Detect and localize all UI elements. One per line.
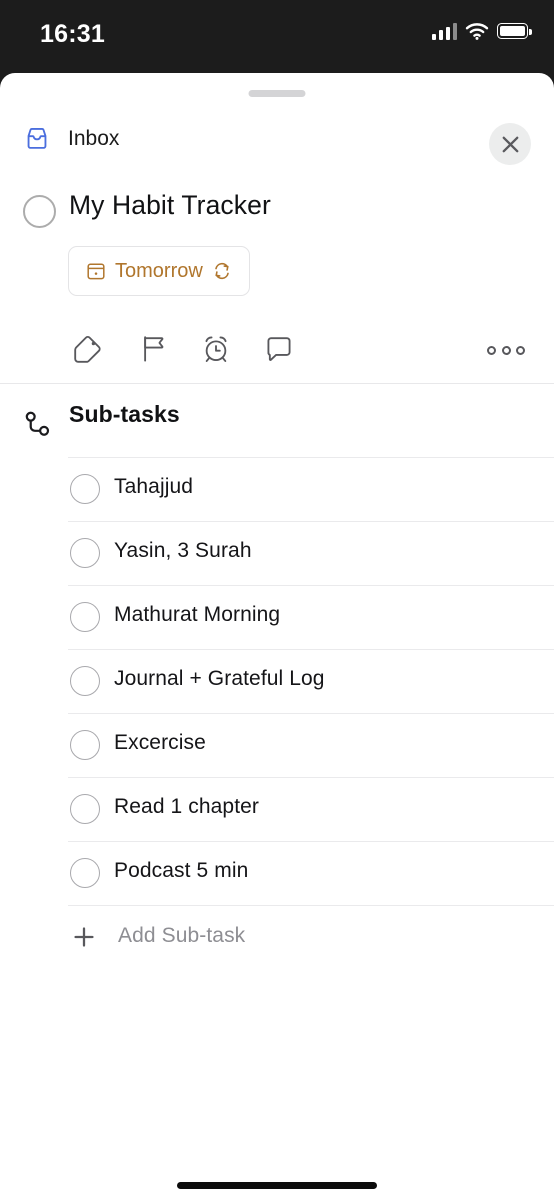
label-tag-button[interactable] bbox=[65, 326, 111, 372]
inbox-icon bbox=[27, 128, 47, 149]
status-bar: 16:31 bbox=[0, 0, 554, 73]
subtask-checkbox[interactable] bbox=[70, 794, 100, 824]
subtask-label: Journal + Grateful Log bbox=[114, 667, 325, 690]
table-row[interactable]: Podcast 5 min bbox=[0, 841, 554, 905]
plus-icon bbox=[71, 924, 97, 955]
due-date-label: Tomorrow bbox=[115, 259, 203, 282]
table-row[interactable]: Excercise bbox=[0, 713, 554, 777]
reminder-alarm-button[interactable] bbox=[193, 326, 239, 372]
project-selector[interactable]: Inbox bbox=[24, 126, 119, 152]
subtask-checkbox[interactable] bbox=[70, 858, 100, 888]
table-row[interactable]: Read 1 chapter bbox=[0, 777, 554, 841]
close-icon bbox=[502, 136, 518, 152]
subtask-label: Tahajjud bbox=[114, 475, 194, 498]
status-bar-clock: 16:31 bbox=[40, 20, 105, 48]
subtasks-title: Sub-tasks bbox=[69, 401, 180, 427]
reminder-alarm-icon bbox=[205, 336, 227, 362]
repeat-icon bbox=[214, 262, 229, 280]
row-divider bbox=[68, 649, 554, 650]
subtask-label: Mathurat Morning bbox=[114, 603, 281, 626]
row-divider bbox=[68, 457, 554, 458]
section-divider bbox=[0, 383, 554, 384]
close-button[interactable] bbox=[489, 123, 531, 165]
add-subtask-row[interactable]: Add Sub-task bbox=[0, 905, 554, 969]
subtasks-header: Sub-tasks bbox=[0, 401, 554, 461]
subtask-label: Podcast 5 min bbox=[114, 859, 249, 882]
subtask-checkbox[interactable] bbox=[70, 474, 100, 504]
more-dot-3 bbox=[516, 345, 525, 355]
home-indicator bbox=[177, 1182, 377, 1189]
subtask-checkbox[interactable] bbox=[70, 538, 100, 568]
table-row[interactable]: Yasin, 3 Surah bbox=[0, 521, 554, 585]
task-title[interactable]: My Habit Tracker bbox=[69, 190, 271, 221]
subtask-label: Excercise bbox=[114, 731, 206, 754]
task-action-bar bbox=[0, 326, 554, 384]
subtask-label: Yasin, 3 Surah bbox=[114, 539, 252, 562]
sub-task-branch-icon bbox=[20, 407, 54, 446]
sheet-drag-handle[interactable] bbox=[248, 90, 306, 97]
comment-icon bbox=[267, 337, 291, 361]
cellular-signal-icon bbox=[431, 22, 457, 40]
subtask-checkbox[interactable] bbox=[70, 666, 100, 696]
comment-button[interactable] bbox=[256, 326, 302, 372]
calendar-icon bbox=[87, 263, 105, 280]
sheet-header: Inbox bbox=[0, 118, 554, 174]
subtask-list: Tahajjud Yasin, 3 Surah Mathurat Morning… bbox=[0, 457, 554, 969]
more-dot-2 bbox=[501, 345, 511, 355]
more-dot-1 bbox=[487, 345, 496, 355]
priority-flag-button[interactable] bbox=[130, 326, 176, 372]
row-divider bbox=[68, 905, 554, 906]
table-row[interactable]: Journal + Grateful Log bbox=[0, 649, 554, 713]
battery-full-icon bbox=[497, 23, 532, 39]
row-divider bbox=[68, 841, 554, 842]
wifi-icon bbox=[465, 23, 489, 40]
label-tag-icon bbox=[74, 336, 101, 363]
table-row[interactable]: Tahajjud bbox=[0, 457, 554, 521]
row-divider bbox=[68, 521, 554, 522]
phone-screen: 16:31 Inbox My Habit Tracker Tomorrow Su… bbox=[0, 0, 554, 1200]
table-row[interactable]: Mathurat Morning bbox=[0, 585, 554, 649]
row-divider bbox=[68, 713, 554, 714]
subtask-checkbox[interactable] bbox=[70, 602, 100, 632]
subtask-label: Read 1 chapter bbox=[114, 795, 259, 818]
subtask-checkbox[interactable] bbox=[70, 730, 100, 760]
more-options-button[interactable] bbox=[478, 334, 534, 366]
add-subtask-label: Add Sub-task bbox=[118, 924, 246, 947]
row-divider bbox=[68, 585, 554, 586]
due-date-chip[interactable]: Tomorrow bbox=[68, 246, 250, 296]
priority-flag-icon bbox=[144, 336, 164, 362]
task-checkbox[interactable] bbox=[23, 195, 56, 228]
status-bar-indicators bbox=[431, 22, 532, 40]
project-label: Inbox bbox=[68, 127, 120, 150]
row-divider bbox=[68, 777, 554, 778]
task-detail-sheet: Inbox My Habit Tracker Tomorrow Sub-task… bbox=[0, 73, 554, 1200]
